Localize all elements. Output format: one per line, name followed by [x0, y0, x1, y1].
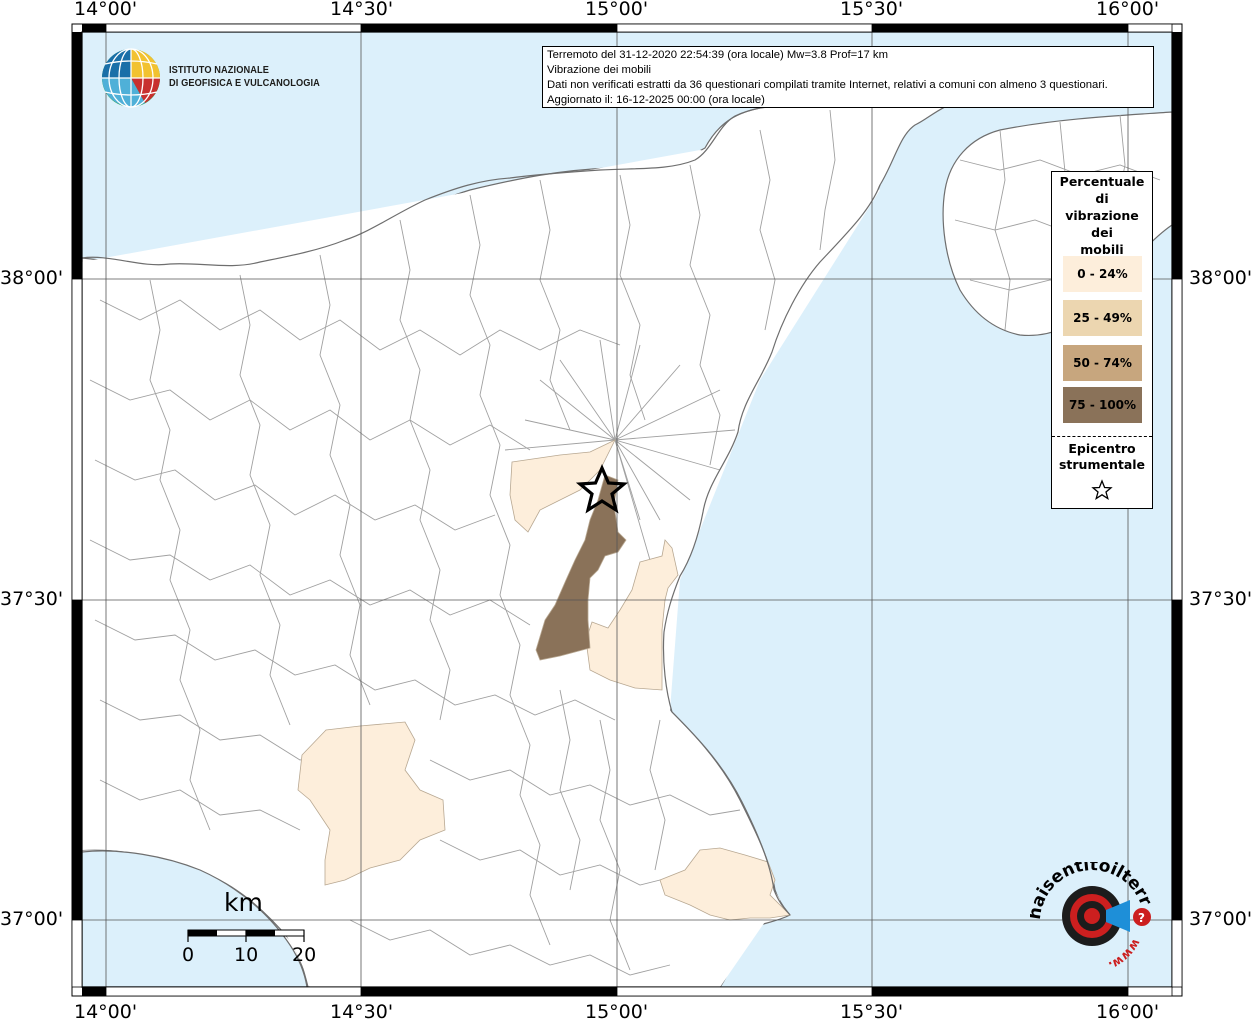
legend-title-line: di — [1095, 191, 1109, 206]
legend-epicenter-line: strumentale — [1058, 457, 1146, 472]
legend-divider — [1052, 436, 1152, 437]
event-subtitle: Vibrazione dei mobili — [547, 64, 652, 76]
lon-tick-label: 14°00' — [74, 1001, 138, 1023]
lon-tick-label: 15°30' — [840, 1001, 904, 1023]
legend-swatch-25-49: 25 - 49% — [1063, 300, 1142, 336]
scale-label: 0 — [182, 944, 195, 966]
lat-tick-label: 38°00' — [1189, 267, 1253, 289]
scale-unit: km — [224, 888, 263, 917]
lon-tick-label: 16°00' — [1096, 0, 1160, 20]
lat-tick-label: 37°30' — [0, 588, 64, 610]
legend: Percentuale di vibrazione dei mobili 0 -… — [1051, 171, 1153, 509]
lon-tick-label: 14°30' — [330, 0, 394, 20]
institute-name-line2: DI GEOFISICA E VULCANOLOGIA — [169, 77, 320, 89]
star-icon — [1091, 479, 1113, 500]
event-title: Terremoto del 31-12-2020 22:54:39 (ora l… — [547, 49, 888, 61]
legend-epicenter-label: Epicentro strumentale — [1052, 441, 1152, 473]
lon-tick-label: 15°00' — [585, 1001, 649, 1023]
ingv-globe-icon — [102, 48, 160, 108]
lat-tick-label: 37°00' — [0, 908, 64, 930]
legend-title-line: Percentuale — [1059, 174, 1145, 189]
legend-swatch-75-100: 75 - 100% — [1063, 387, 1142, 423]
event-data-note: Dati non verificati estratti da 36 quest… — [547, 79, 1108, 91]
institute-name-line1: ISTITUTO NAZIONALE — [169, 64, 269, 76]
lon-tick-label: 16°00' — [1096, 1001, 1160, 1023]
lat-tick-label: 37°00' — [1189, 908, 1253, 930]
svg-text:?: ? — [1138, 911, 1145, 925]
brand-prefix: www. — [1106, 937, 1143, 973]
event-updated: Aggiornato il: 16-12-2025 00:00 (ora loc… — [547, 94, 765, 106]
lat-tick-label: 38°00' — [0, 267, 64, 289]
lon-tick-label: 15°30' — [840, 0, 904, 20]
institute-name: ISTITUTO NAZIONALE DI GEOFISICA E VULCAN… — [169, 64, 320, 90]
legend-title: Percentuale di vibrazione dei mobili — [1052, 173, 1152, 258]
lat-tick-label: 37°30' — [1189, 588, 1253, 610]
scale-label: 20 — [292, 944, 317, 966]
legend-swatch-0-24: 0 - 24% — [1063, 256, 1142, 292]
event-info-box: Terremoto del 31-12-2020 22:54:39 (ora l… — [542, 46, 1154, 108]
scale-label: 10 — [234, 944, 259, 966]
lon-tick-label: 14°30' — [330, 1001, 394, 1023]
target-megaphone-icon[interactable]: haisentitoilterremoto.it www. ? — [1030, 862, 1160, 974]
legend-epicenter-line: Epicentro — [1068, 441, 1136, 456]
legend-swatch-50-74: 50 - 74% — [1063, 345, 1142, 381]
lon-tick-label: 14°00' — [74, 0, 138, 20]
legend-title-line: dei — [1091, 225, 1113, 240]
legend-title-line: vibrazione — [1065, 208, 1139, 223]
lon-tick-label: 15°00' — [585, 0, 649, 20]
